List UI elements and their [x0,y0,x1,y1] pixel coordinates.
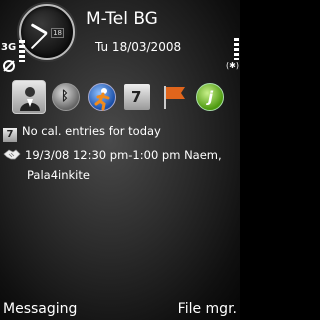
calendar-empty-row[interactable]: 7 No cal. entries for today [3,124,161,142]
calendar-icon: 7 [3,128,17,142]
operator-name: M-Tel BG [86,9,158,29]
left-softkey-messaging[interactable]: Messaging [3,301,77,317]
bluetooth-icon: ᛒ [61,89,69,104]
shortcut-bar: ᛒ 7 j [12,80,240,116]
calendar-icon: 7 [131,88,142,106]
bluetooth-shortcut[interactable]: ᛒ [52,83,80,111]
analog-clock[interactable]: 18 [19,4,75,60]
meeting-icon [3,149,21,160]
clock-day: 18 [51,28,64,38]
signal-strength-icon [19,40,25,62]
flag-icon [164,86,185,109]
tips-shortcut[interactable]: j [196,83,224,111]
calendar-shortcut[interactable]: 7 [124,84,150,110]
date-label: Tu 18/03/2008 [95,40,182,54]
flag-shortcut[interactable] [160,83,188,111]
battery-icon [234,38,239,60]
right-softkey-file-manager[interactable]: File mgr. [178,301,237,317]
contacts-icon [20,87,40,111]
meeting-text-line1: 19/3/08 12:30 pm-1:00 pm Naem, [25,148,222,162]
no-entries-text: No cal. entries for today [22,124,161,138]
tips-icon: j [208,88,214,106]
runner-icon [94,88,110,111]
clock-minute-hand [30,32,48,50]
meeting-text-line2: Pala4inkite [27,168,90,182]
meeting-row[interactable]: 19/3/08 12:30 pm-1:00 pm Naem, [3,147,222,162]
network-type: 3G [1,42,17,53]
contacts-shortcut[interactable] [12,80,46,114]
home-screen: 18 M-Tel BG Tu 18/03/2008 3G (✱) ᛒ 7 j 7… [0,0,240,320]
silent-profile-icon [3,60,15,72]
bluetooth-status-icon: (✱) [226,61,239,70]
sports-tracker-shortcut[interactable] [88,83,116,111]
